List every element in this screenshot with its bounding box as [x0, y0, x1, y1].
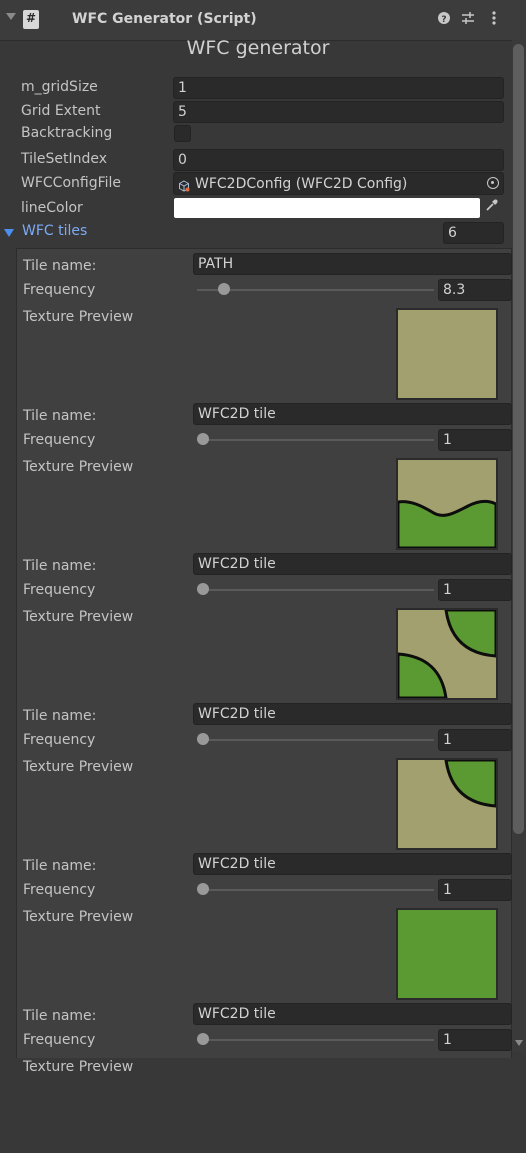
tile-name-label: Tile name:	[23, 258, 97, 274]
frequency-label: Frequency	[23, 732, 96, 748]
frequency-slider-handle[interactable]	[197, 583, 209, 595]
frequency-slider-track[interactable]	[197, 289, 434, 291]
texture-preview	[396, 758, 498, 850]
tile-entry: Tile name: WFC2D tile Frequency 1 Textur…	[0, 403, 512, 553]
tile-entry: Tile name: WFC2D tile Frequency 1 Textur…	[0, 703, 512, 853]
frequency-label: Frequency	[23, 432, 96, 448]
tile-entry: Tile name: PATH Frequency 8.3 Texture Pr…	[0, 253, 512, 403]
texture-preview	[396, 608, 498, 700]
texture-preview-label: Texture Preview	[23, 309, 134, 325]
frequency-field[interactable]: 1	[438, 429, 512, 451]
tile-name-label: Tile name:	[23, 558, 97, 574]
tile-name-label: Tile name:	[23, 858, 97, 874]
frequency-field[interactable]: 1	[438, 579, 512, 601]
tile-entry: Tile name: WFC2D tile Frequency 1 Textur…	[0, 1003, 512, 1153]
frequency-slider-handle[interactable]	[197, 733, 209, 745]
frequency-slider-track[interactable]	[197, 439, 434, 441]
frequency-slider-track[interactable]	[197, 1039, 434, 1041]
frequency-field[interactable]: 1	[438, 1029, 512, 1051]
texture-preview-label: Texture Preview	[23, 1059, 134, 1075]
frequency-field[interactable]: 1	[438, 879, 512, 901]
texture-preview-label: Texture Preview	[23, 459, 134, 475]
frequency-label: Frequency	[23, 582, 96, 598]
frequency-slider-handle[interactable]	[197, 883, 209, 895]
frequency-slider-handle[interactable]	[197, 1033, 209, 1045]
texture-preview-label: Texture Preview	[23, 909, 134, 925]
frequency-slider-track[interactable]	[197, 589, 434, 591]
tile-entry: Tile name: WFC2D tile Frequency 1 Textur…	[0, 553, 512, 703]
tile-entry: Tile name: WFC2D tile Frequency 1 Textur…	[0, 853, 512, 1003]
tile-name-label: Tile name:	[23, 1008, 97, 1024]
frequency-field[interactable]: 8.3	[438, 279, 512, 301]
frequency-field[interactable]: 1	[438, 729, 512, 751]
frequency-slider-track[interactable]	[197, 739, 434, 741]
texture-preview	[396, 908, 498, 1000]
texture-preview	[396, 458, 498, 550]
tile-name-field[interactable]: WFC2D tile	[193, 403, 512, 425]
tile-name-field[interactable]: WFC2D tile	[193, 703, 512, 725]
frequency-slider-track[interactable]	[197, 889, 434, 891]
tiles-container: Tile name: PATH Frequency 8.3 Texture Pr…	[0, 0, 526, 1075]
texture-preview	[396, 308, 498, 400]
tile-name-field[interactable]: PATH	[193, 253, 512, 275]
tile-name-field[interactable]: WFC2D tile	[193, 553, 512, 575]
texture-preview-label: Texture Preview	[23, 609, 134, 625]
frequency-label: Frequency	[23, 882, 96, 898]
tile-name-label: Tile name:	[23, 408, 97, 424]
texture-preview-label: Texture Preview	[23, 759, 134, 775]
frequency-slider-handle[interactable]	[218, 283, 231, 295]
tile-name-label: Tile name:	[23, 708, 97, 724]
tile-name-field[interactable]: WFC2D tile	[193, 853, 512, 875]
frequency-label: Frequency	[23, 282, 96, 298]
tile-name-field[interactable]: WFC2D tile	[193, 1003, 512, 1025]
frequency-label: Frequency	[23, 1032, 96, 1048]
frequency-slider-handle[interactable]	[197, 433, 209, 445]
